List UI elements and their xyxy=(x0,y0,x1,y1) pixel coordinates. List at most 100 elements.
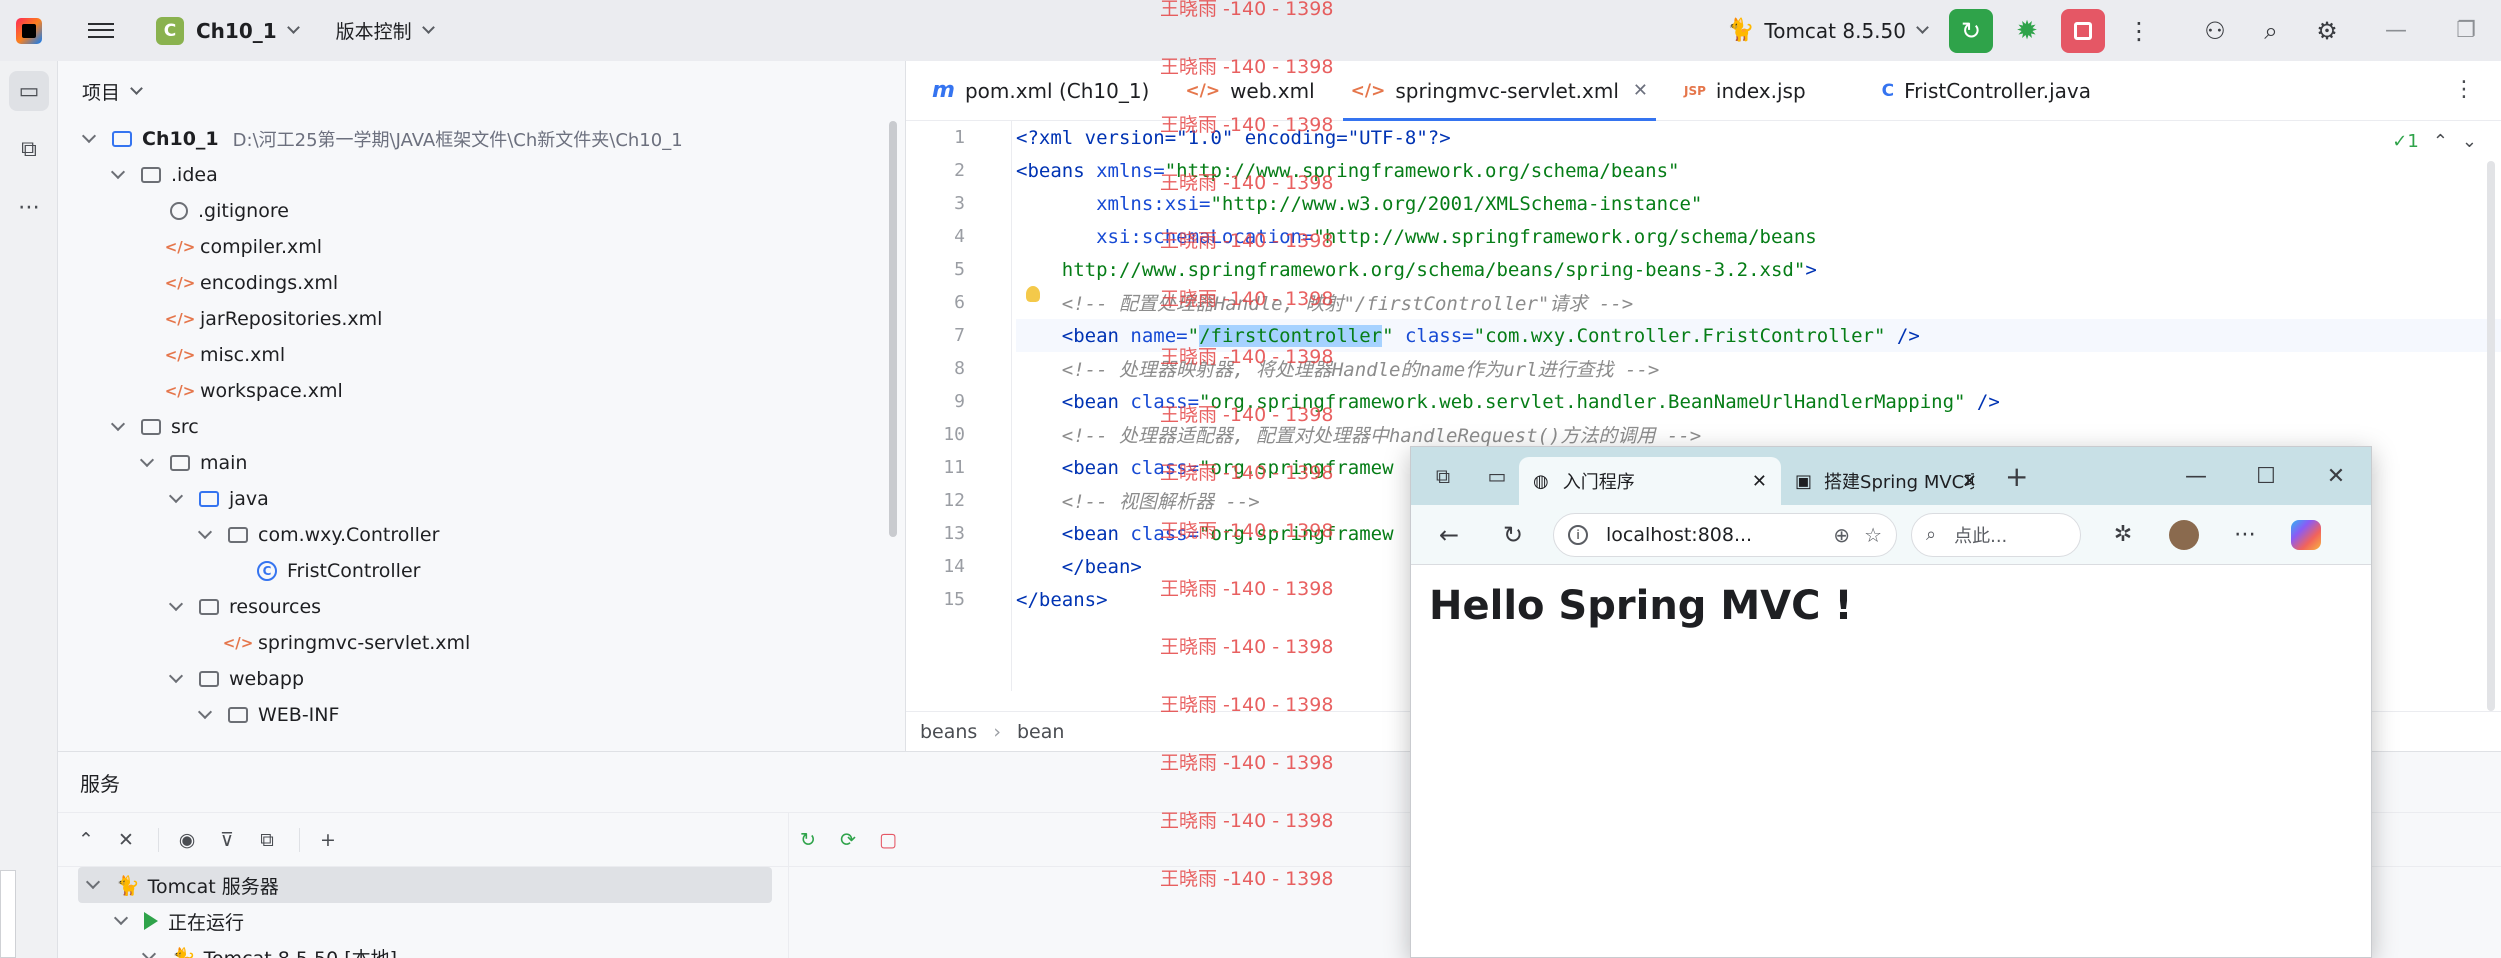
chevron-down-icon[interactable] xyxy=(85,874,101,890)
line-number-gutter: 1 2 3 4 5 6 7 8 9 10 11 12 13 14 15 xyxy=(906,121,1012,691)
chevron-down-icon[interactable] xyxy=(110,164,126,180)
chevron-down-icon[interactable] xyxy=(139,452,155,468)
extensions-puzzle-icon[interactable]: ✲ xyxy=(2101,513,2145,557)
chevron-down-icon[interactable] xyxy=(168,668,184,684)
tree-item[interactable]: com.wxy.Controller xyxy=(58,517,905,553)
chevron-down-icon[interactable] xyxy=(110,416,126,432)
editor-tab[interactable]: </> web.xml xyxy=(1167,61,1332,121)
toolbar-divider xyxy=(299,827,300,852)
tree-item[interactable]: main xyxy=(58,445,905,481)
refresh-icon[interactable]: ↻ xyxy=(1491,513,1535,557)
main-menu-icon[interactable] xyxy=(86,16,116,46)
tabs-more-icon[interactable]: ⋮ xyxy=(2453,77,2475,102)
run-configuration-selector[interactable]: 🐈 Tomcat 8.5.50 xyxy=(1727,18,1929,43)
tree-item[interactable]: </> compiler.xml xyxy=(58,229,905,265)
tree-item-label: webapp xyxy=(229,668,305,690)
tree-item[interactable]: resources xyxy=(58,589,905,625)
tree-item[interactable]: </> springmvc-servlet.xml xyxy=(58,625,905,661)
tree-item[interactable]: .idea xyxy=(58,157,905,193)
code-line-3: xmlns:xsi= "http://www.w3.org/2001/XMLSch… xyxy=(1096,192,1703,215)
chevron-down-icon[interactable] xyxy=(286,21,300,34)
chevron-down-icon[interactable] xyxy=(168,596,184,612)
more-tools-icon[interactable]: ⋯ xyxy=(9,187,49,227)
new-tab-icon[interactable]: ⧉ xyxy=(249,822,285,858)
tree-item[interactable]: .gitignore xyxy=(58,193,905,229)
services-splitter[interactable] xyxy=(788,812,789,958)
run-configuration-label: Tomcat 8.5.50 xyxy=(1764,18,1906,43)
tree-item[interactable]: C FristController xyxy=(58,553,905,589)
search-icon[interactable]: ⌕ xyxy=(2249,9,2293,53)
chevron-down-icon[interactable] xyxy=(141,946,157,958)
tree-item[interactable]: src xyxy=(58,409,905,445)
close-tab-icon[interactable]: ✕ xyxy=(1752,471,1767,492)
tab-actions-icon[interactable]: ▭ xyxy=(1475,454,1519,498)
service-tree-item[interactable]: 🐈 Tomcat 服务器 xyxy=(78,867,772,903)
editor-tab[interactable]: m pom.xml (Ch10_1) xyxy=(914,61,1167,121)
vcs-menu[interactable]: 版本控制 xyxy=(336,17,412,44)
minimize-window-icon[interactable]: — xyxy=(2361,0,2431,61)
tree-item[interactable]: WEB-INF xyxy=(58,697,905,733)
close-window-icon[interactable]: ✕ xyxy=(2301,447,2371,505)
add-service-icon[interactable]: + xyxy=(310,822,346,858)
editor-scrollbar[interactable] xyxy=(2487,161,2495,711)
close-tab-icon[interactable]: ✕ xyxy=(1962,471,1977,492)
add-user-icon[interactable]: ⚇ xyxy=(2193,9,2237,53)
profile-avatar[interactable] xyxy=(2169,519,2199,550)
settings-gear-icon[interactable]: ⚙ xyxy=(2305,9,2349,53)
debug-icon[interactable]: ✹ xyxy=(2005,9,2049,53)
more-actions-icon[interactable]: ⋮ xyxy=(2117,9,2161,53)
browser-tab-active[interactable]: ◍ 入门程序 ✕ xyxy=(1519,457,1781,505)
back-arrow-icon[interactable]: ← xyxy=(1427,513,1471,557)
editor-tab[interactable]: JSP index.jsp xyxy=(1666,61,1824,121)
close-tab-icon[interactable]: ✕ xyxy=(1633,80,1648,101)
new-tab-plus-icon[interactable]: + xyxy=(2005,460,2028,493)
view-options-eye-icon[interactable]: ◉ xyxy=(169,822,205,858)
tree-item[interactable]: </> jarRepositories.xml xyxy=(58,301,905,337)
address-bar[interactable]: i localhost:808... ⊕ ☆ xyxy=(1553,512,1897,557)
chevron-down-icon[interactable] xyxy=(113,910,129,926)
tree-item[interactable]: webapp xyxy=(58,661,905,697)
toolbar-divider xyxy=(158,827,159,852)
breadcrumb-item-beans[interactable]: beans xyxy=(920,721,977,743)
chevron-down-icon[interactable] xyxy=(197,524,213,540)
filter-icon[interactable]: ⊽ xyxy=(209,822,245,858)
chevron-down-icon[interactable] xyxy=(168,488,184,504)
stop-button[interactable] xyxy=(2061,8,2105,53)
chevron-down-icon[interactable] xyxy=(421,21,435,34)
chevron-down-icon[interactable] xyxy=(130,81,143,95)
project-switcher[interactable]: Ch10_1 xyxy=(196,19,277,43)
rerun-service-icon[interactable]: ↻ xyxy=(790,822,826,858)
zoom-icon[interactable]: ⊕ xyxy=(1833,523,1850,547)
project-folder-icon[interactable]: ▭ xyxy=(9,71,49,111)
project-scrollbar[interactable] xyxy=(889,121,897,537)
rerun-button[interactable]: ↻ xyxy=(1949,8,1993,53)
line-number: 5 xyxy=(954,259,965,280)
maximize-window-icon[interactable]: ❐ xyxy=(2431,0,2501,61)
tree-item[interactable]: </> workspace.xml xyxy=(58,373,905,409)
breadcrumb-item-bean[interactable]: bean xyxy=(1017,721,1064,743)
search-box[interactable]: ⌕ 点此... xyxy=(1911,512,2081,557)
tree-item[interactable]: java xyxy=(58,481,905,517)
minimize-window-icon[interactable]: — xyxy=(2161,447,2231,505)
favorite-star-icon[interactable]: ☆ xyxy=(1864,523,1882,547)
redeploy-icon[interactable]: ⟳ xyxy=(830,822,866,858)
chevron-down-icon[interactable] xyxy=(197,704,213,720)
tree-item[interactable]: </> misc.xml xyxy=(58,337,905,373)
browser-tab-inactive[interactable]: ▣ 搭建Spring MVC项目 ✕ xyxy=(1781,457,1991,505)
tree-item-label: .gitignore xyxy=(198,200,289,222)
project-panel-header[interactable]: 项目 xyxy=(58,61,905,121)
structure-icon[interactable]: ⧉ xyxy=(9,129,49,169)
chevron-down-icon[interactable] xyxy=(81,128,97,144)
site-info-icon[interactable]: i xyxy=(1568,524,1588,545)
expand-all-icon[interactable]: ⌃ xyxy=(68,822,104,858)
editor-tab[interactable]: </> springmvc-servlet.xml ✕ xyxy=(1333,61,1666,121)
collapse-all-icon[interactable]: ✕ xyxy=(108,822,144,858)
tree-item[interactable]: </> encodings.xml xyxy=(58,265,905,301)
maximize-window-icon[interactable]: ☐ xyxy=(2231,447,2301,505)
more-menu-icon[interactable]: ⋯ xyxy=(2223,513,2267,557)
stop-service-icon[interactable]: ▢ xyxy=(870,822,906,858)
copilot-icon[interactable] xyxy=(2291,519,2321,550)
workspaces-icon[interactable]: ⧉ xyxy=(1421,454,1465,498)
tree-item[interactable]: Ch10_1 D:\河工25第一学期\JAVA框架文件\Ch新文件夹\Ch10_1 xyxy=(58,121,905,157)
editor-tab[interactable]: C FristController.java xyxy=(1864,61,2109,121)
